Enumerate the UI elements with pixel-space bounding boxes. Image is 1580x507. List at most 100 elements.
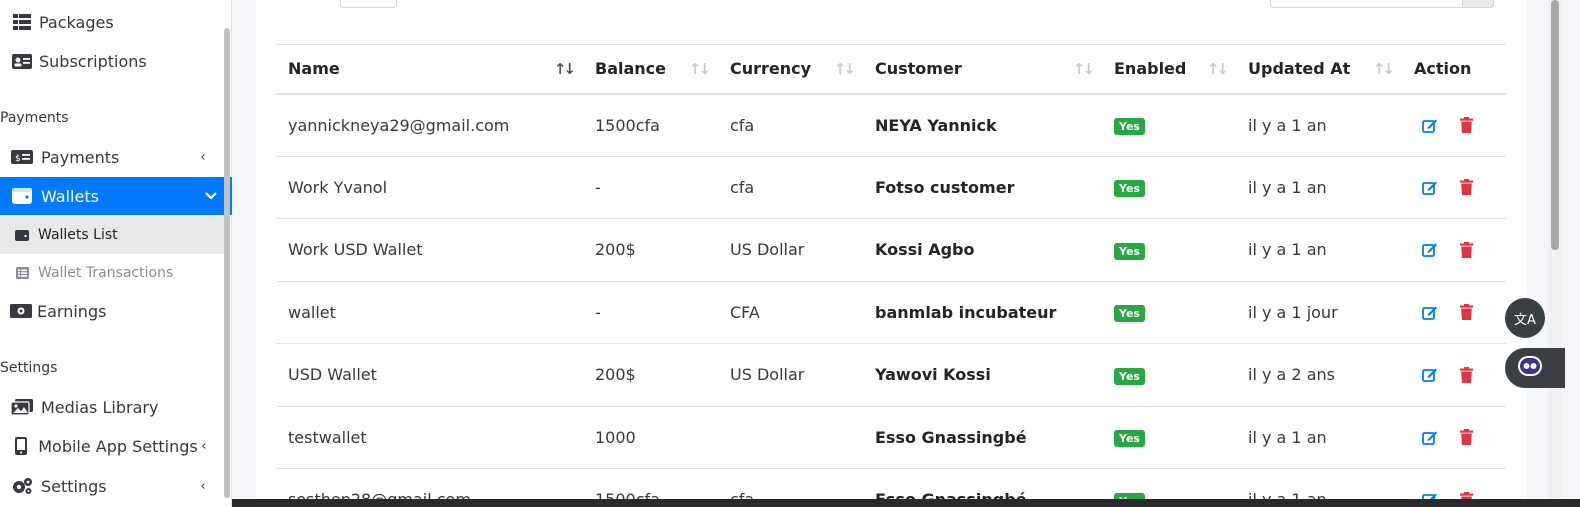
status-badge: Yes xyxy=(1114,430,1145,448)
cell-name: testwallet xyxy=(276,406,583,469)
column-header-enabled[interactable]: Enabled ↑↓ xyxy=(1102,44,1236,95)
cell-customer: Esso Gnassingbé xyxy=(863,406,1102,469)
sidebar-item-label: Wallets xyxy=(41,186,99,206)
sidebar-item-subscriptions[interactable]: Subscriptions xyxy=(0,42,224,80)
sidebar-item-mobile-app-settings[interactable]: Mobile App Settings ‹ xyxy=(0,427,224,465)
header-label: Customer xyxy=(875,59,962,79)
edit-icon[interactable] xyxy=(1422,179,1438,195)
table-row: yannickneya29@gmail.com 1500cfa cfa NEYA Ya… xyxy=(276,93,1506,157)
table-body: yannickneya29@gmail.com 1500cfa cfa NEYA Ya… xyxy=(276,93,1506,507)
column-header-currency[interactable]: Currency ↑↓ xyxy=(718,44,863,95)
sort-icon[interactable]: ↑↓ xyxy=(834,60,856,78)
row-actions xyxy=(1414,179,1506,196)
delete-icon[interactable] xyxy=(1458,179,1474,196)
cell-action xyxy=(1402,218,1506,282)
cell-currency: cfa xyxy=(718,156,863,219)
sidebar-section-payments: Payments xyxy=(0,110,69,126)
edit-icon[interactable] xyxy=(1422,429,1438,445)
cell-updated-at: il y a 1 an xyxy=(1236,218,1402,282)
sidebar-item-settings[interactable]: Settings ‹ xyxy=(0,467,224,505)
delete-icon[interactable] xyxy=(1458,429,1474,446)
cell-enabled: Yes xyxy=(1102,281,1236,344)
sidebar-subitem-label: Wallets List xyxy=(38,227,118,243)
sidebar-subitem-wallets-list[interactable]: Wallets List xyxy=(0,216,224,254)
edit-icon[interactable] xyxy=(1422,242,1438,258)
column-header-updated-at[interactable]: Updated At ↑↓ xyxy=(1236,44,1402,95)
sort-icon[interactable]: ↑↓ xyxy=(554,60,576,78)
delete-icon[interactable] xyxy=(1458,304,1474,321)
chevron-left-icon: ‹ xyxy=(200,149,206,165)
cell-action xyxy=(1402,156,1506,219)
chevron-down-icon xyxy=(204,189,218,204)
sidebar-item-label: Subscriptions xyxy=(39,51,147,71)
sort-icon[interactable]: ↑↓ xyxy=(1207,60,1229,78)
cell-name: wallet xyxy=(276,281,583,344)
edit-icon[interactable] xyxy=(1422,304,1438,320)
cell-balance: 200$ xyxy=(583,343,718,407)
edit-icon[interactable] xyxy=(1422,367,1438,383)
sidebar-item-medias-library[interactable]: Medias Library xyxy=(0,388,224,426)
translate-icon: 文A xyxy=(1514,312,1536,328)
header-label: Currency xyxy=(730,59,812,79)
edit-icon[interactable] xyxy=(1422,117,1438,133)
cell-balance: - xyxy=(583,281,718,344)
sidebar-subitem-label: Wallet Transactions xyxy=(38,265,174,281)
column-header-action: Action xyxy=(1402,44,1506,95)
cell-name: Work USD Wallet xyxy=(276,218,583,282)
header-label: Action xyxy=(1414,59,1472,79)
cell-customer: Fotso customer xyxy=(863,156,1102,219)
status-badge: Yes xyxy=(1114,305,1145,323)
sidebar-scrollbar[interactable] xyxy=(224,28,230,498)
cell-updated-at: il y a 1 an xyxy=(1236,406,1402,469)
column-header-balance[interactable]: Balance ↑↓ xyxy=(583,44,718,95)
wallet-icon xyxy=(15,229,29,241)
sort-icon[interactable]: ↑↓ xyxy=(689,60,711,78)
translate-button[interactable]: 文A xyxy=(1505,298,1545,338)
sidebar-item-label: Mobile App Settings xyxy=(38,436,198,456)
sort-icon[interactable]: ↑↓ xyxy=(1073,60,1095,78)
delete-icon[interactable] xyxy=(1458,366,1474,383)
table-row: USD Wallet 200$ US Dollar Yawovi Kossi Yes il… xyxy=(276,343,1506,407)
chevron-left-icon: ‹ xyxy=(200,478,206,494)
cell-currency xyxy=(718,406,863,469)
delete-icon[interactable] xyxy=(1458,241,1474,258)
page-scrollbar-thumb[interactable] xyxy=(1551,0,1559,250)
money-bill-icon: $ xyxy=(11,148,33,166)
sidebar-subitem-wallet-transactions[interactable]: Wallet Transactions xyxy=(0,254,224,292)
money-icon xyxy=(10,302,32,320)
chevron-left-icon: ‹ xyxy=(201,438,207,454)
cell-enabled: Yes xyxy=(1102,406,1236,469)
sidebar-item-wallets[interactable]: Wallets xyxy=(0,177,232,215)
sidebar-item-label: Earnings xyxy=(37,301,107,321)
status-badge: Yes xyxy=(1114,367,1145,385)
column-header-name[interactable]: Name ↑↓ xyxy=(276,44,583,95)
search-button[interactable] xyxy=(1462,0,1494,8)
sidebar-item-packages[interactable]: Packages xyxy=(0,3,224,41)
cell-currency: US Dollar xyxy=(718,218,863,282)
cell-action xyxy=(1402,93,1506,157)
cell-currency: CFA xyxy=(718,281,863,344)
status-badge: Yes xyxy=(1114,180,1145,198)
page-length-select[interactable] xyxy=(340,0,397,8)
search-input[interactable] xyxy=(1270,0,1464,8)
assistant-button[interactable] xyxy=(1505,348,1565,388)
sidebar-item-label: Settings xyxy=(41,476,107,496)
cell-currency: US Dollar xyxy=(718,343,863,407)
row-actions xyxy=(1414,241,1506,258)
sidebar-section-settings: Settings xyxy=(0,360,58,376)
sidebar-item-earnings[interactable]: Earnings xyxy=(0,292,224,330)
status-badge: Yes xyxy=(1114,242,1145,260)
table-row: wallet - CFA banmlab incubateur Yes il y a 1 … xyxy=(276,281,1506,344)
sidebar-item-payments[interactable]: $ Payments ‹ xyxy=(0,138,224,176)
sort-icon[interactable]: ↑↓ xyxy=(1373,60,1395,78)
cell-name: USD Wallet xyxy=(276,343,583,407)
sidebar-item-label: Medias Library xyxy=(41,397,159,417)
column-header-customer[interactable]: Customer ↑↓ xyxy=(863,44,1102,95)
id-card-icon xyxy=(11,52,33,70)
cell-balance: - xyxy=(583,156,718,219)
row-actions xyxy=(1414,429,1506,446)
app-root: Packages Subscriptions Payments $ Paymen… xyxy=(0,0,1580,507)
cell-balance: 1000 xyxy=(583,406,718,469)
cell-updated-at: il y a 1 jour xyxy=(1236,281,1402,344)
delete-icon[interactable] xyxy=(1458,117,1474,133)
